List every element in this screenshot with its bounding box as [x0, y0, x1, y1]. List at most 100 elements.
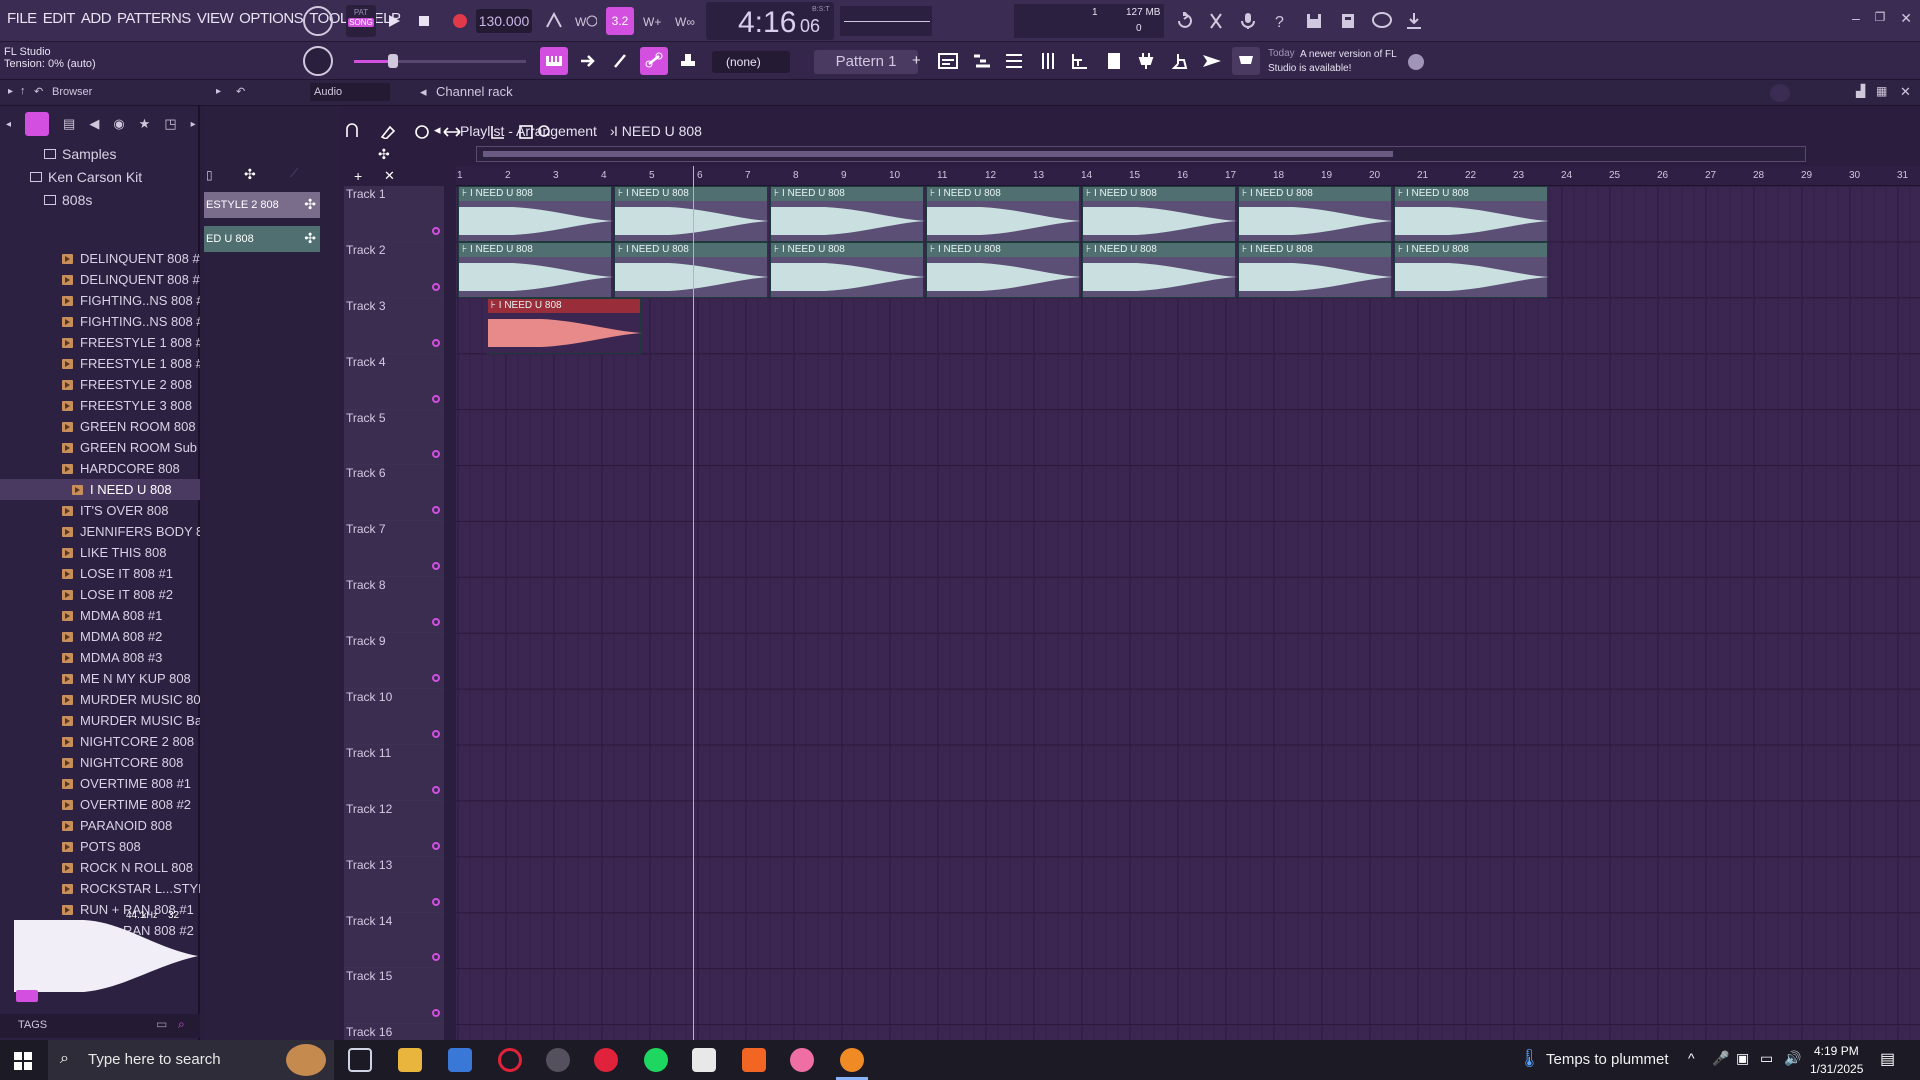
audio-clip[interactable]: ⊦ I NEED U 808: [458, 241, 613, 298]
notifications-icon[interactable]: ▤: [1880, 1049, 1895, 1069]
track-header[interactable]: Track 10: [344, 689, 444, 745]
track-mute-icon[interactable]: [432, 562, 440, 571]
add-channel-icon[interactable]: ✣: [244, 166, 256, 183]
link-button[interactable]: [640, 47, 668, 75]
browser-file-item[interactable]: ROCKSTAR L...STYLE 808: [0, 878, 200, 899]
browser-file-item[interactable]: FREESTYLE 1 808 #2: [0, 353, 200, 374]
opera-icon[interactable]: [498, 1048, 522, 1072]
track-header[interactable]: Track 9: [344, 633, 444, 690]
channel-add-icon[interactable]: ✣: [304, 230, 316, 247]
all-files-icon[interactable]: [25, 112, 50, 136]
document-icon[interactable]: ▤: [63, 116, 75, 132]
song-position-display[interactable]: 4:16 06 B:S:T: [706, 2, 834, 40]
channel-filter-icon[interactable]: ▯: [206, 168, 213, 182]
weather-text[interactable]: Temps to plummet: [1546, 1051, 1669, 1068]
browser-file-item[interactable]: OVERTIME 808 #1: [0, 773, 200, 794]
piano-roll-icon[interactable]: [968, 47, 996, 75]
network-icon[interactable]: ▭: [1760, 1050, 1773, 1067]
audio-clip[interactable]: ⊦ I NEED U 808: [1082, 186, 1237, 242]
channel-rack-knob[interactable]: [1770, 84, 1790, 102]
audio-clip[interactable]: ⊦ I NEED U 808: [770, 186, 925, 242]
track-mute-icon[interactable]: [432, 338, 440, 347]
playlist-overview-scrollbar[interactable]: [476, 146, 1806, 162]
piano-roll-button[interactable]: [540, 47, 568, 75]
browser-file-item[interactable]: POTS 808: [0, 836, 200, 857]
loop-record-icon[interactable]: W∞: [672, 7, 700, 35]
channel-row[interactable]: ED U 808 ✣: [204, 226, 320, 252]
browser-next-icon[interactable]: ▸: [191, 119, 196, 130]
playlist-grid[interactable]: ⊦ I NEED U 808 ⊦ I NEED U 808 ⊦ I NEED U 8…: [456, 166, 1920, 1040]
browser-file-item[interactable]: NIGHTCORE 2 808: [0, 731, 200, 752]
preview-play-icon[interactable]: [16, 990, 38, 1002]
browser-file-item[interactable]: LOSE IT 808 #2: [0, 584, 200, 605]
track-mute-icon[interactable]: [432, 897, 440, 906]
browser-file-item[interactable]: DELINQUENT 808 #2: [0, 269, 200, 290]
mixer-icon[interactable]: [1034, 47, 1062, 75]
track-mute-icon[interactable]: [432, 450, 440, 459]
audio-clip[interactable]: ⊦ I NEED U 808: [926, 186, 1081, 242]
spotify-icon[interactable]: [644, 1048, 668, 1072]
master-volume-slider[interactable]: [354, 54, 526, 68]
graph-icon[interactable]: ▟: [1856, 84, 1865, 98]
browser-folder[interactable]: Samples: [0, 142, 200, 165]
chat-icon[interactable]: [1368, 7, 1396, 35]
track-header[interactable]: Track 7: [344, 521, 444, 578]
brush-icon[interactable]: [606, 47, 634, 75]
star-icon[interactable]: ★: [139, 116, 151, 132]
minimize-icon[interactable]: –: [1852, 10, 1860, 30]
track-header[interactable]: Track 12: [344, 800, 444, 857]
channel-undo-icon[interactable]: ↶: [236, 85, 245, 98]
channel-row[interactable]: ESTYLE 2 808 ✣: [204, 192, 320, 218]
delete-track-button[interactable]: ✕: [384, 168, 395, 184]
channel-add-icon[interactable]: ✣: [304, 196, 316, 213]
menu-edit[interactable]: EDIT: [40, 10, 78, 27]
audio-clip[interactable]: ⊦ I NEED U 808: [1238, 186, 1393, 242]
audio-clip[interactable]: ⊦ I NEED U 808: [614, 241, 769, 298]
track-mute-icon[interactable]: [432, 674, 440, 683]
menu-patterns[interactable]: PATTERNS: [114, 10, 194, 27]
menu-add[interactable]: ADD: [78, 10, 114, 27]
mic-tray-icon[interactable]: 🎤: [1712, 1050, 1729, 1067]
browser-file-item[interactable]: FREESTYLE 2 808: [0, 374, 200, 395]
undo-history-icon[interactable]: [1170, 7, 1198, 35]
track-mute-icon[interactable]: [432, 841, 440, 850]
browser-file-item[interactable]: GREEN ROOM Sub: [0, 437, 200, 458]
browser-file-item[interactable]: JENNIFERS BODY 808: [0, 521, 200, 542]
browser-file-item[interactable]: MDMA 808 #1: [0, 605, 200, 626]
clock-time[interactable]: 4:19 PM: [1814, 1044, 1859, 1058]
audio-clip[interactable]: ⊦ I NEED U 808: [486, 297, 642, 354]
speaker-icon[interactable]: ◂: [420, 84, 427, 100]
osu-icon[interactable]: [790, 1048, 814, 1072]
globe-icon[interactable]: [1408, 54, 1424, 70]
track-header[interactable]: Track 5: [344, 409, 444, 466]
export-icon[interactable]: [1334, 7, 1362, 35]
track-header[interactable]: Track 1: [344, 186, 444, 242]
track-header[interactable]: Track 3: [344, 297, 444, 354]
browser-file-item[interactable]: MDMA 808 #2: [0, 626, 200, 647]
track-header[interactable]: Track 14: [344, 912, 444, 969]
grid-view-icon[interactable]: ▦: [1876, 84, 1887, 98]
track-mute-icon[interactable]: [432, 1009, 440, 1018]
touch-keyboard-icon[interactable]: [1166, 47, 1194, 75]
track-mute-icon[interactable]: [432, 729, 440, 738]
close-icon[interactable]: ✕: [1900, 10, 1912, 30]
browser-tree-icon[interactable]: [1066, 47, 1094, 75]
track-header[interactable]: Track 15: [344, 968, 444, 1025]
channel-arrow-icon[interactable]: ▸: [216, 86, 221, 97]
playhead[interactable]: [693, 166, 695, 1040]
volume-icon[interactable]: 🔊: [1784, 1050, 1801, 1067]
windows-start-icon[interactable]: [14, 1052, 32, 1070]
tag-icon[interactable]: ◳: [164, 116, 176, 132]
taskbar-search-box[interactable]: ⌕ Type here to search: [48, 1040, 334, 1080]
news-panel[interactable]: Today A newer version of FL Studio is av…: [1268, 46, 1398, 78]
wait-input-icon[interactable]: W: [572, 7, 600, 35]
browser-file-item[interactable]: LIKE THIS 808: [0, 542, 200, 563]
track-mute-icon[interactable]: [432, 785, 440, 794]
audio-clip[interactable]: ⊦ I NEED U 808: [614, 186, 769, 242]
browser-file-item[interactable]: NIGHTCORE 808: [0, 752, 200, 773]
track-header[interactable]: Track 4: [344, 353, 444, 410]
playlist-icon[interactable]: [934, 47, 962, 75]
track-header[interactable]: Track 11: [344, 744, 444, 801]
track-add-icon[interactable]: ✣: [378, 146, 390, 163]
menu-view[interactable]: VIEW: [194, 10, 236, 27]
